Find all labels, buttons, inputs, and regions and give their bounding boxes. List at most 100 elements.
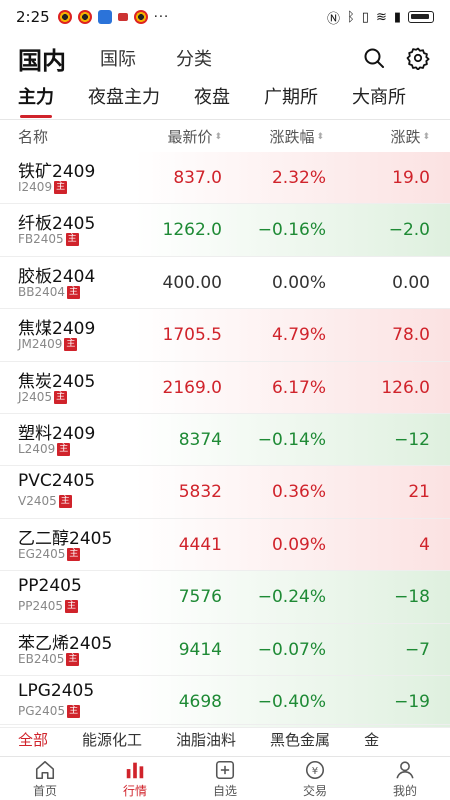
main-contract-badge: 主 — [57, 442, 71, 456]
change-percent: −0.07% — [257, 639, 326, 660]
contract-name: LPG2405 — [18, 680, 95, 701]
divider — [0, 119, 450, 120]
nav-home[interactable]: 首页 — [0, 757, 90, 800]
quote-row[interactable]: 乙二醇2405 EG2405 主 4441 0.09% 4 — [0, 518, 450, 572]
contract-code-text: BB2404 — [18, 284, 66, 299]
table-header: 名称 最新价 ⬍ 涨跌幅 ⬍ 涨跌 ⬍ — [0, 121, 450, 151]
sort-icon: ⬍ — [422, 132, 430, 142]
yen-coin-icon: ¥ — [305, 760, 325, 779]
change-percent: 0.09% — [271, 534, 326, 555]
last-price: 2169.0 — [162, 377, 222, 398]
add-square-icon — [215, 760, 235, 779]
app-notification-icon — [77, 10, 92, 24]
tab-main-contract[interactable]: 主力 — [18, 82, 54, 118]
bar-chart-icon — [126, 762, 144, 778]
contract-code-text: EG2405 — [18, 546, 66, 561]
tab-dce[interactable]: 大商所 — [352, 82, 406, 118]
last-price: 4698 — [178, 691, 222, 712]
last-price: 1705.5 — [162, 325, 222, 346]
tab-international[interactable]: 国际 — [100, 45, 136, 71]
last-price: 837.0 — [173, 168, 222, 188]
last-price: 400.00 — [162, 272, 222, 293]
change-value: −12 — [394, 429, 430, 450]
user-icon — [396, 760, 414, 778]
last-price: 7576 — [178, 587, 222, 608]
category-all[interactable]: 全部 — [18, 729, 48, 750]
change-value: 4 — [419, 534, 430, 555]
nav-profile[interactable]: 我的 — [360, 757, 450, 800]
quote-row[interactable]: 焦炭2405 J2405 主 2169.0 6.17% 126.0 — [0, 361, 450, 414]
change-percent: 4.79% — [271, 325, 326, 346]
quote-row[interactable]: PVC2405 V2405 主 5832 0.36% 21 — [0, 466, 450, 519]
header-change[interactable]: 涨跌 ⬍ — [390, 126, 430, 147]
more-notifications-icon: ··· — [153, 9, 170, 25]
tab-night[interactable]: 夜盘 — [194, 82, 230, 118]
contract-code-text: L2409 — [18, 441, 56, 456]
change-percent: −0.16% — [257, 220, 326, 241]
last-price: 8374 — [178, 429, 222, 450]
contract-code-text: EB2405 — [18, 651, 65, 666]
contract-code-text: J2405 — [18, 389, 53, 404]
contract-code-text: PP2405 — [18, 599, 64, 614]
nav-home-label: 首页 — [32, 783, 57, 798]
quote-list: 铁矿2409 I2409 主 837.0 2.32% 19.0 纤板2405 FB2405 主 1… — [0, 152, 450, 729]
contract-code-text: FB2405 — [18, 232, 64, 247]
settings-gear-icon[interactable] — [406, 46, 430, 70]
nav-watchlist[interactable]: 自选 — [180, 757, 270, 800]
nav-profile-label: 我的 — [392, 783, 417, 798]
tab-category[interactable]: 分类 — [176, 45, 212, 71]
quote-row[interactable]: LPG2405 PG2405 主 4698 −0.40% −19 — [0, 675, 450, 729]
contract-code-text: PG2405 — [18, 703, 66, 718]
status-time: 2:25 — [16, 8, 50, 26]
quote-row[interactable]: 铁矿2409 I2409 主 837.0 2.32% 19.0 — [0, 152, 450, 205]
category-metal[interactable]: 金 — [364, 729, 379, 750]
nav-market-label: 行情 — [122, 783, 147, 798]
bluetooth-icon: ᛒ — [346, 9, 355, 25]
search-icon[interactable] — [362, 46, 386, 70]
header-pct-label: 涨跌幅 — [269, 127, 315, 146]
quote-row[interactable]: 纤板2405 FB2405 主 1262.0 −0.16% −2.0 — [0, 204, 450, 257]
category-energy-chemical[interactable]: 能源化工 — [82, 729, 142, 750]
change-value: 0.00 — [392, 272, 430, 293]
change-percent: −0.14% — [257, 429, 326, 450]
nav-trade[interactable]: ¥ 交易 — [270, 757, 360, 800]
contract-code: EB2405 主 — [18, 651, 80, 666]
bottom-nav: 首页 行情 自选 ¥ 交易 我的 — [0, 756, 450, 800]
category-bar: 全部 能源化工 油脂油料 黑色金属 金 — [0, 724, 450, 754]
change-percent: −0.40% — [257, 691, 326, 712]
main-contract-badge: 主 — [65, 600, 79, 614]
svg-text:¥: ¥ — [312, 766, 318, 777]
contract-code: V2405 主 — [18, 494, 72, 509]
nav-market[interactable]: 行情 — [90, 757, 180, 800]
category-oils[interactable]: 油脂油料 — [176, 729, 236, 750]
contract-name: 铁矿2409 — [18, 162, 96, 182]
contract-name: 乙二醇2405 — [18, 528, 113, 549]
category-ferrous[interactable]: 黑色金属 — [270, 729, 330, 750]
quote-row[interactable]: 焦煤2409 JM2409 主 1705.5 4.79% 78.0 — [0, 309, 450, 362]
last-price: 5832 — [178, 482, 222, 503]
tab-domestic[interactable]: 国内 — [18, 41, 66, 76]
header-change-pct[interactable]: 涨跌幅 ⬍ — [269, 126, 324, 147]
contract-name: 塑料2409 — [18, 423, 96, 444]
change-percent: 2.32% — [271, 168, 326, 188]
header-price[interactable]: 最新价 ⬍ — [167, 126, 222, 147]
change-percent: 0.36% — [271, 482, 326, 503]
quote-row[interactable]: 胶板2404 BB2404 主 400.00 0.00% 0.00 — [0, 256, 450, 310]
home-icon — [35, 760, 55, 779]
tab-night-main[interactable]: 夜盘主力 — [88, 82, 160, 118]
wifi-icon: ≋ — [375, 9, 387, 25]
change-percent: 0.00% — [271, 272, 326, 293]
change-value: 78.0 — [392, 325, 430, 346]
exchange-tabs: 主力 夜盘主力 夜盘 广期所 大商所 — [0, 82, 450, 118]
change-value: 19.0 — [392, 168, 430, 188]
tab-gfex[interactable]: 广期所 — [264, 82, 318, 118]
change-percent: 6.17% — [271, 377, 326, 398]
sort-icon: ⬍ — [214, 132, 222, 142]
contract-code: L2409 主 — [18, 441, 71, 456]
quote-row[interactable]: 塑料2409 L2409 主 8374 −0.14% −12 — [0, 413, 450, 467]
quote-row[interactable]: 苯乙烯2405 EB2405 主 9414 −0.07% −7 — [0, 623, 450, 676]
change-value: 21 — [408, 482, 430, 503]
quote-row[interactable]: PP2405 PP2405 主 7576 −0.24% −18 — [0, 571, 450, 624]
main-contract-badge: 主 — [67, 704, 81, 718]
status-bar: 2:25 ··· Ⓝ ᛒ ▯ ≋ ▮ — [0, 0, 450, 34]
